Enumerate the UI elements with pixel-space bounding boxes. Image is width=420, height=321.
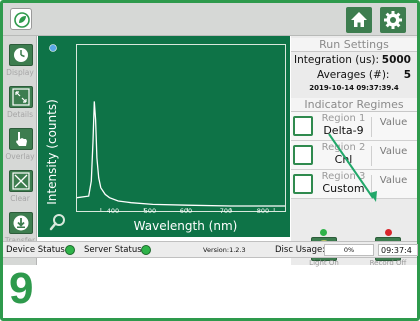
region-value: Value bbox=[371, 146, 415, 166]
cursor-dot-icon bbox=[49, 44, 57, 52]
region-checkbox[interactable] bbox=[293, 145, 313, 165]
server-status-label: Server Status bbox=[84, 245, 142, 255]
status-bar: Device Status Server Status Version:1.2.… bbox=[3, 241, 418, 258]
x-tick-label: 500 bbox=[143, 207, 157, 215]
leaf-logo-icon bbox=[10, 8, 32, 30]
x-tick-label: 400 bbox=[106, 207, 120, 215]
averages-label: Averages (#): bbox=[317, 69, 390, 81]
plot-area bbox=[76, 44, 286, 212]
light-status-led bbox=[320, 229, 327, 236]
download-icon bbox=[9, 212, 33, 234]
region-substance: Custom bbox=[322, 182, 365, 195]
magnifier-icon[interactable] bbox=[49, 213, 67, 233]
integration-label: Integration (us): bbox=[294, 54, 380, 66]
step-number: 9 bbox=[9, 264, 34, 313]
x-tick-label: 800 bbox=[256, 207, 270, 215]
version-label: Version:1.2.3 bbox=[203, 246, 246, 254]
region-value: Value bbox=[371, 117, 415, 137]
sidebar-item-display[interactable]: Display bbox=[3, 40, 37, 82]
home-button[interactable] bbox=[346, 7, 372, 33]
server-status-led bbox=[141, 245, 151, 255]
timestamp: 2019-10-14 09:37:39.4 bbox=[309, 84, 399, 92]
clock: 09:37:4 bbox=[378, 244, 418, 256]
indicator-regimes-title: Indicator Regimes bbox=[291, 98, 417, 112]
device-status-label: Device Status bbox=[6, 245, 65, 255]
y-axis-label: Intensity (counts) bbox=[45, 99, 59, 205]
expand-icon bbox=[9, 86, 33, 108]
region-row: Region 1 Delta-9 Value bbox=[291, 112, 417, 141]
sidebar: Display Details Overlay Clear Transfer bbox=[3, 36, 37, 265]
sidebar-item-details[interactable]: Details bbox=[3, 82, 37, 124]
region-name: Region 1 bbox=[321, 113, 366, 124]
region-value: Value bbox=[371, 175, 415, 195]
region-name: Region 2 bbox=[321, 142, 366, 153]
light-on-label: Light On bbox=[309, 259, 339, 267]
region-substance: Delta-9 bbox=[323, 124, 364, 137]
integration-value[interactable]: 5000 bbox=[382, 54, 411, 66]
right-panel: Run Settings Integration (us): 5000 Aver… bbox=[291, 36, 417, 267]
gear-icon bbox=[384, 11, 402, 29]
run-settings-title: Run Settings bbox=[291, 38, 417, 52]
settings-button[interactable] bbox=[380, 7, 406, 33]
sidebar-item-clear[interactable]: Clear bbox=[3, 166, 37, 208]
clear-x-icon bbox=[9, 170, 33, 192]
hand-pointer-icon bbox=[9, 128, 33, 150]
region-checkbox[interactable] bbox=[293, 174, 313, 194]
home-icon bbox=[351, 12, 367, 27]
sidebar-item-label: Details bbox=[6, 110, 33, 119]
x-tick-label: 600 bbox=[179, 207, 193, 215]
disc-usage-bar: 0% bbox=[324, 244, 374, 256]
sidebar-item-overlay[interactable]: Overlay bbox=[3, 124, 37, 166]
sidebar-item-label: Display bbox=[6, 68, 34, 77]
region-substance: Chl bbox=[334, 153, 353, 166]
device-status-led bbox=[65, 245, 75, 255]
region-row: Region 3 Custom Value bbox=[291, 170, 417, 199]
top-bar bbox=[3, 3, 417, 36]
region-name: Region 3 bbox=[321, 171, 366, 182]
sidebar-item-label: Clear bbox=[10, 194, 30, 203]
region-checkbox[interactable] bbox=[293, 116, 313, 136]
averages-value[interactable]: 5 bbox=[404, 69, 411, 81]
record-off-label: Record Off bbox=[369, 259, 407, 267]
spectrum-line bbox=[76, 101, 285, 207]
spectrum-plot[interactable]: Intensity (counts) 400 500 600 700 800 W… bbox=[38, 36, 290, 237]
plot-canvas bbox=[76, 101, 285, 211]
record-status-led bbox=[385, 229, 392, 236]
clock-icon bbox=[9, 44, 33, 66]
disc-usage-label: Disc Usage: bbox=[275, 245, 326, 255]
sidebar-item-label: Overlay bbox=[5, 152, 35, 161]
x-tick-label: 700 bbox=[219, 207, 233, 215]
x-axis-label: Wavelength (nm) bbox=[133, 219, 238, 233]
region-row: Region 2 Chl Value bbox=[291, 141, 417, 170]
